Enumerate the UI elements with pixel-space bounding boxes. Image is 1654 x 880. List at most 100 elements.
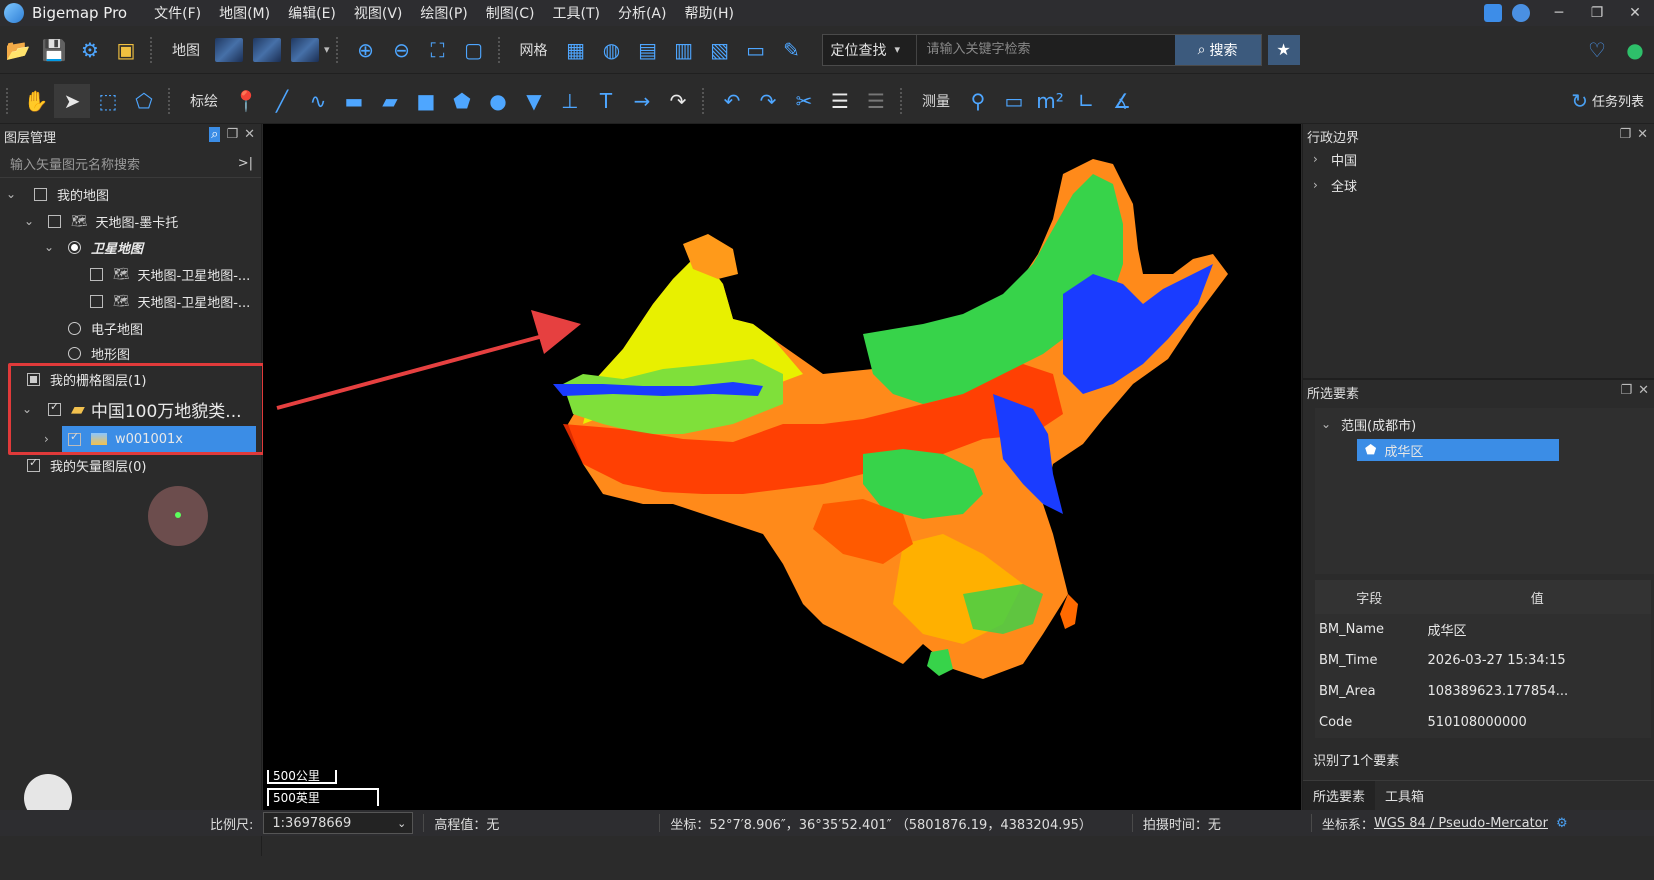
search-icon[interactable]: ⌕ [209,127,221,142]
close-icon[interactable]: ✕ [244,127,255,142]
menu-edit[interactable]: 编辑(E) [279,3,345,23]
search-button[interactable]: ⌕ 搜索 [1174,34,1261,65]
chevron-right-icon[interactable]: › [1313,178,1325,192]
chevron-down-icon[interactable]: ⌄ [44,240,56,254]
arrow-icon[interactable]: → [624,84,660,118]
brush-icon[interactable]: ✎ [774,33,810,67]
message-icon[interactable] [1484,4,1502,22]
mgrs-grid-icon[interactable]: ▧ [702,33,738,67]
parallelogram-icon[interactable]: ▰ [372,84,408,118]
undo-icon[interactable]: ↶ [714,84,750,118]
open-folder-icon[interactable]: 📂 [0,33,36,67]
curve-icon[interactable]: ∿ [300,84,336,118]
heart-shield-icon[interactable]: ♡ [1586,33,1608,67]
menu-help[interactable]: 帮助(H) [675,3,742,23]
selected-group[interactable]: ⌄ 范围(成都市) [1321,412,1416,436]
circle-icon[interactable]: ● [480,84,516,118]
tab-selected-features[interactable]: 所选要素 [1303,781,1376,810]
tree-vector-group[interactable]: 我的矢量图层(0) [27,452,146,478]
zoom-extent-icon[interactable]: ⛶ [420,33,456,67]
save-icon[interactable]: 💾 [36,33,72,67]
gear-icon[interactable]: ⚙ [1556,816,1568,831]
measure-area-icon[interactable]: m² [1032,84,1068,118]
chevron-down-icon[interactable]: ⌄ [6,187,18,201]
radio[interactable] [68,240,81,254]
curved-arrow-icon[interactable]: ↷ [660,84,696,118]
zoom-out-icon[interactable]: ⊖ [384,33,420,67]
menu-file[interactable]: 文件(F) [145,3,210,23]
rectangle-icon[interactable]: ▬ [336,84,372,118]
chevron-down-icon[interactable]: ⌄ [24,214,36,228]
support-icon[interactable] [1512,4,1530,22]
redo-icon[interactable]: ↷ [750,84,786,118]
map-thumb-3[interactable] [291,37,319,62]
text-box-icon[interactable]: T [588,84,624,118]
utm-grid-icon[interactable]: ▥ [666,33,702,67]
admin-item-global[interactable]: › 全球 [1313,172,1357,198]
marker-icon[interactable]: 📍 [228,84,264,118]
tab-toolbox[interactable]: 工具箱 [1375,781,1434,810]
chevron-down-icon[interactable]: ⌄ [1321,417,1333,431]
polygon-select-icon[interactable]: ⬠ [126,84,162,118]
list-icon[interactable]: ☰ [822,84,858,118]
table-row[interactable]: BM_Name 成华区 [1315,614,1651,645]
checkbox[interactable] [27,456,40,472]
float-icon[interactable]: ❐ [226,127,238,142]
close-button[interactable]: ✕ [1616,0,1654,26]
measure-point-icon[interactable]: ⚲ [960,84,996,118]
map-thumb-2[interactable] [253,37,281,62]
radio[interactable] [68,346,81,360]
float-icon[interactable]: ❐ [1620,383,1632,398]
scale-select[interactable]: 1:36978669 ⌄ [263,812,414,834]
chevron-right-icon[interactable]: › [1313,152,1325,166]
table-row[interactable]: BM_Time 2026-03-27 15:34:15 [1315,645,1651,676]
image-icon[interactable]: ▣ [108,33,144,67]
layer-filter-input[interactable]: 输入矢量图元名称搜索 >| [0,150,261,178]
measure-angle-icon[interactable]: ∟ [1068,84,1104,118]
search-type-select[interactable]: 定位查找 ▾ [823,34,917,65]
favorites-star-icon[interactable]: ★ [1267,34,1300,65]
text-underline-icon[interactable]: ⊥ [552,84,588,118]
close-icon[interactable]: ✕ [1637,127,1648,142]
menu-draw[interactable]: 绘图(P) [411,3,476,23]
pentagon-icon[interactable]: ⬟ [444,84,480,118]
float-icon[interactable]: ❐ [1619,127,1631,142]
task-list-button[interactable]: ↻ 任务列表 [1571,89,1644,113]
checkbox[interactable] [34,187,47,201]
admin-item-china[interactable]: › 中国 [1313,146,1357,172]
wechat-icon[interactable]: ● [1624,33,1646,67]
folder-grid-icon[interactable]: ▭ [738,33,774,67]
fullscreen-icon[interactable]: ▢ [456,33,492,67]
selected-item[interactable]: ⬟ 成华区 [1357,439,1559,461]
collapse-icon[interactable]: >| [238,156,253,171]
map-canvas[interactable]: 500公里 500英里 [263,124,1301,810]
scissors-icon[interactable]: ✂ [786,84,822,118]
menu-view[interactable]: 视图(V) [345,3,412,23]
select-arrow-icon[interactable]: ➤ [54,83,90,118]
table-row[interactable]: Code 510108000000 [1315,707,1651,738]
checkbox[interactable] [90,267,103,281]
search-input[interactable] [916,34,1175,65]
tree-sat-layer-1[interactable]: 🗺 天地图-卫星地图-... [90,261,250,287]
crs-link[interactable]: WGS 84 / Pseudo-Mercator [1374,816,1548,831]
zoom-in-icon[interactable]: ⊕ [348,33,384,67]
tree-satellite[interactable]: ⌄ 卫星地图 [44,234,143,260]
gear-icon[interactable]: ⚙ [72,33,108,67]
menu-map[interactable]: 地图(M) [210,3,279,23]
menu-tools[interactable]: 工具(T) [543,3,608,23]
restore-button[interactable]: ❐ [1578,0,1616,26]
menu-analysis[interactable]: 分析(A) [609,3,676,23]
map-thumb-1[interactable] [215,37,243,62]
tree-sat-layer-2[interactable]: 🗺 天地图-卫星地图-... [90,288,250,314]
tree-my-map[interactable]: ⌄ 我的地图 [6,181,109,207]
line-icon[interactable]: ╱ [264,84,300,118]
minimize-button[interactable]: ─ [1540,0,1578,26]
tree-electronic-map[interactable]: 电子地图 [68,315,143,341]
square-icon[interactable]: ■ [408,84,444,118]
km-grid-icon[interactable]: ▤ [630,33,666,67]
close-icon[interactable]: ✕ [1638,383,1649,398]
pan-hand-icon[interactable]: ✋ [18,84,54,118]
radio[interactable] [68,321,81,335]
menu-cartography[interactable]: 制图(C) [477,3,544,23]
triangle-icon[interactable]: ▼ [516,84,552,118]
